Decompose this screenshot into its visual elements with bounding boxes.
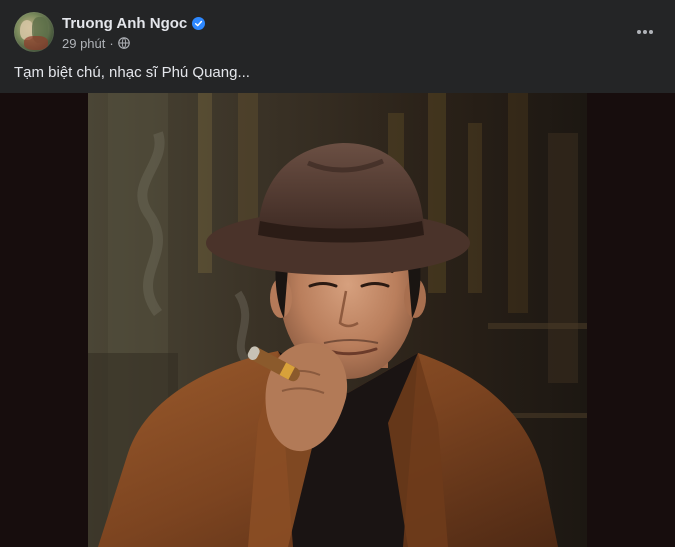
author-name[interactable]: Truong Anh Ngoc bbox=[62, 15, 187, 32]
portrait-photo bbox=[88, 93, 587, 547]
verified-badge-icon bbox=[192, 16, 206, 30]
post-time[interactable]: 29 phút bbox=[62, 36, 105, 51]
more-options-icon bbox=[637, 30, 653, 34]
post-header: Truong Anh Ngoc 29 phút · bbox=[0, 0, 675, 62]
post-meta: 29 phút · bbox=[62, 35, 130, 51]
photo-letterbox-right bbox=[587, 93, 675, 547]
author-row: Truong Anh Ngoc bbox=[62, 13, 206, 33]
globe-icon[interactable] bbox=[117, 37, 130, 49]
more-options-button[interactable] bbox=[629, 18, 661, 46]
post-caption: Tạm biệt chú, nhạc sĩ Phú Quang... bbox=[14, 64, 250, 81]
facebook-post: Truong Anh Ngoc 29 phút · Tạm biệt chú, … bbox=[0, 0, 675, 547]
author-avatar[interactable] bbox=[14, 12, 54, 52]
photo-letterbox-left bbox=[0, 93, 88, 547]
post-photo[interactable] bbox=[88, 93, 587, 547]
meta-separator: · bbox=[109, 35, 114, 51]
